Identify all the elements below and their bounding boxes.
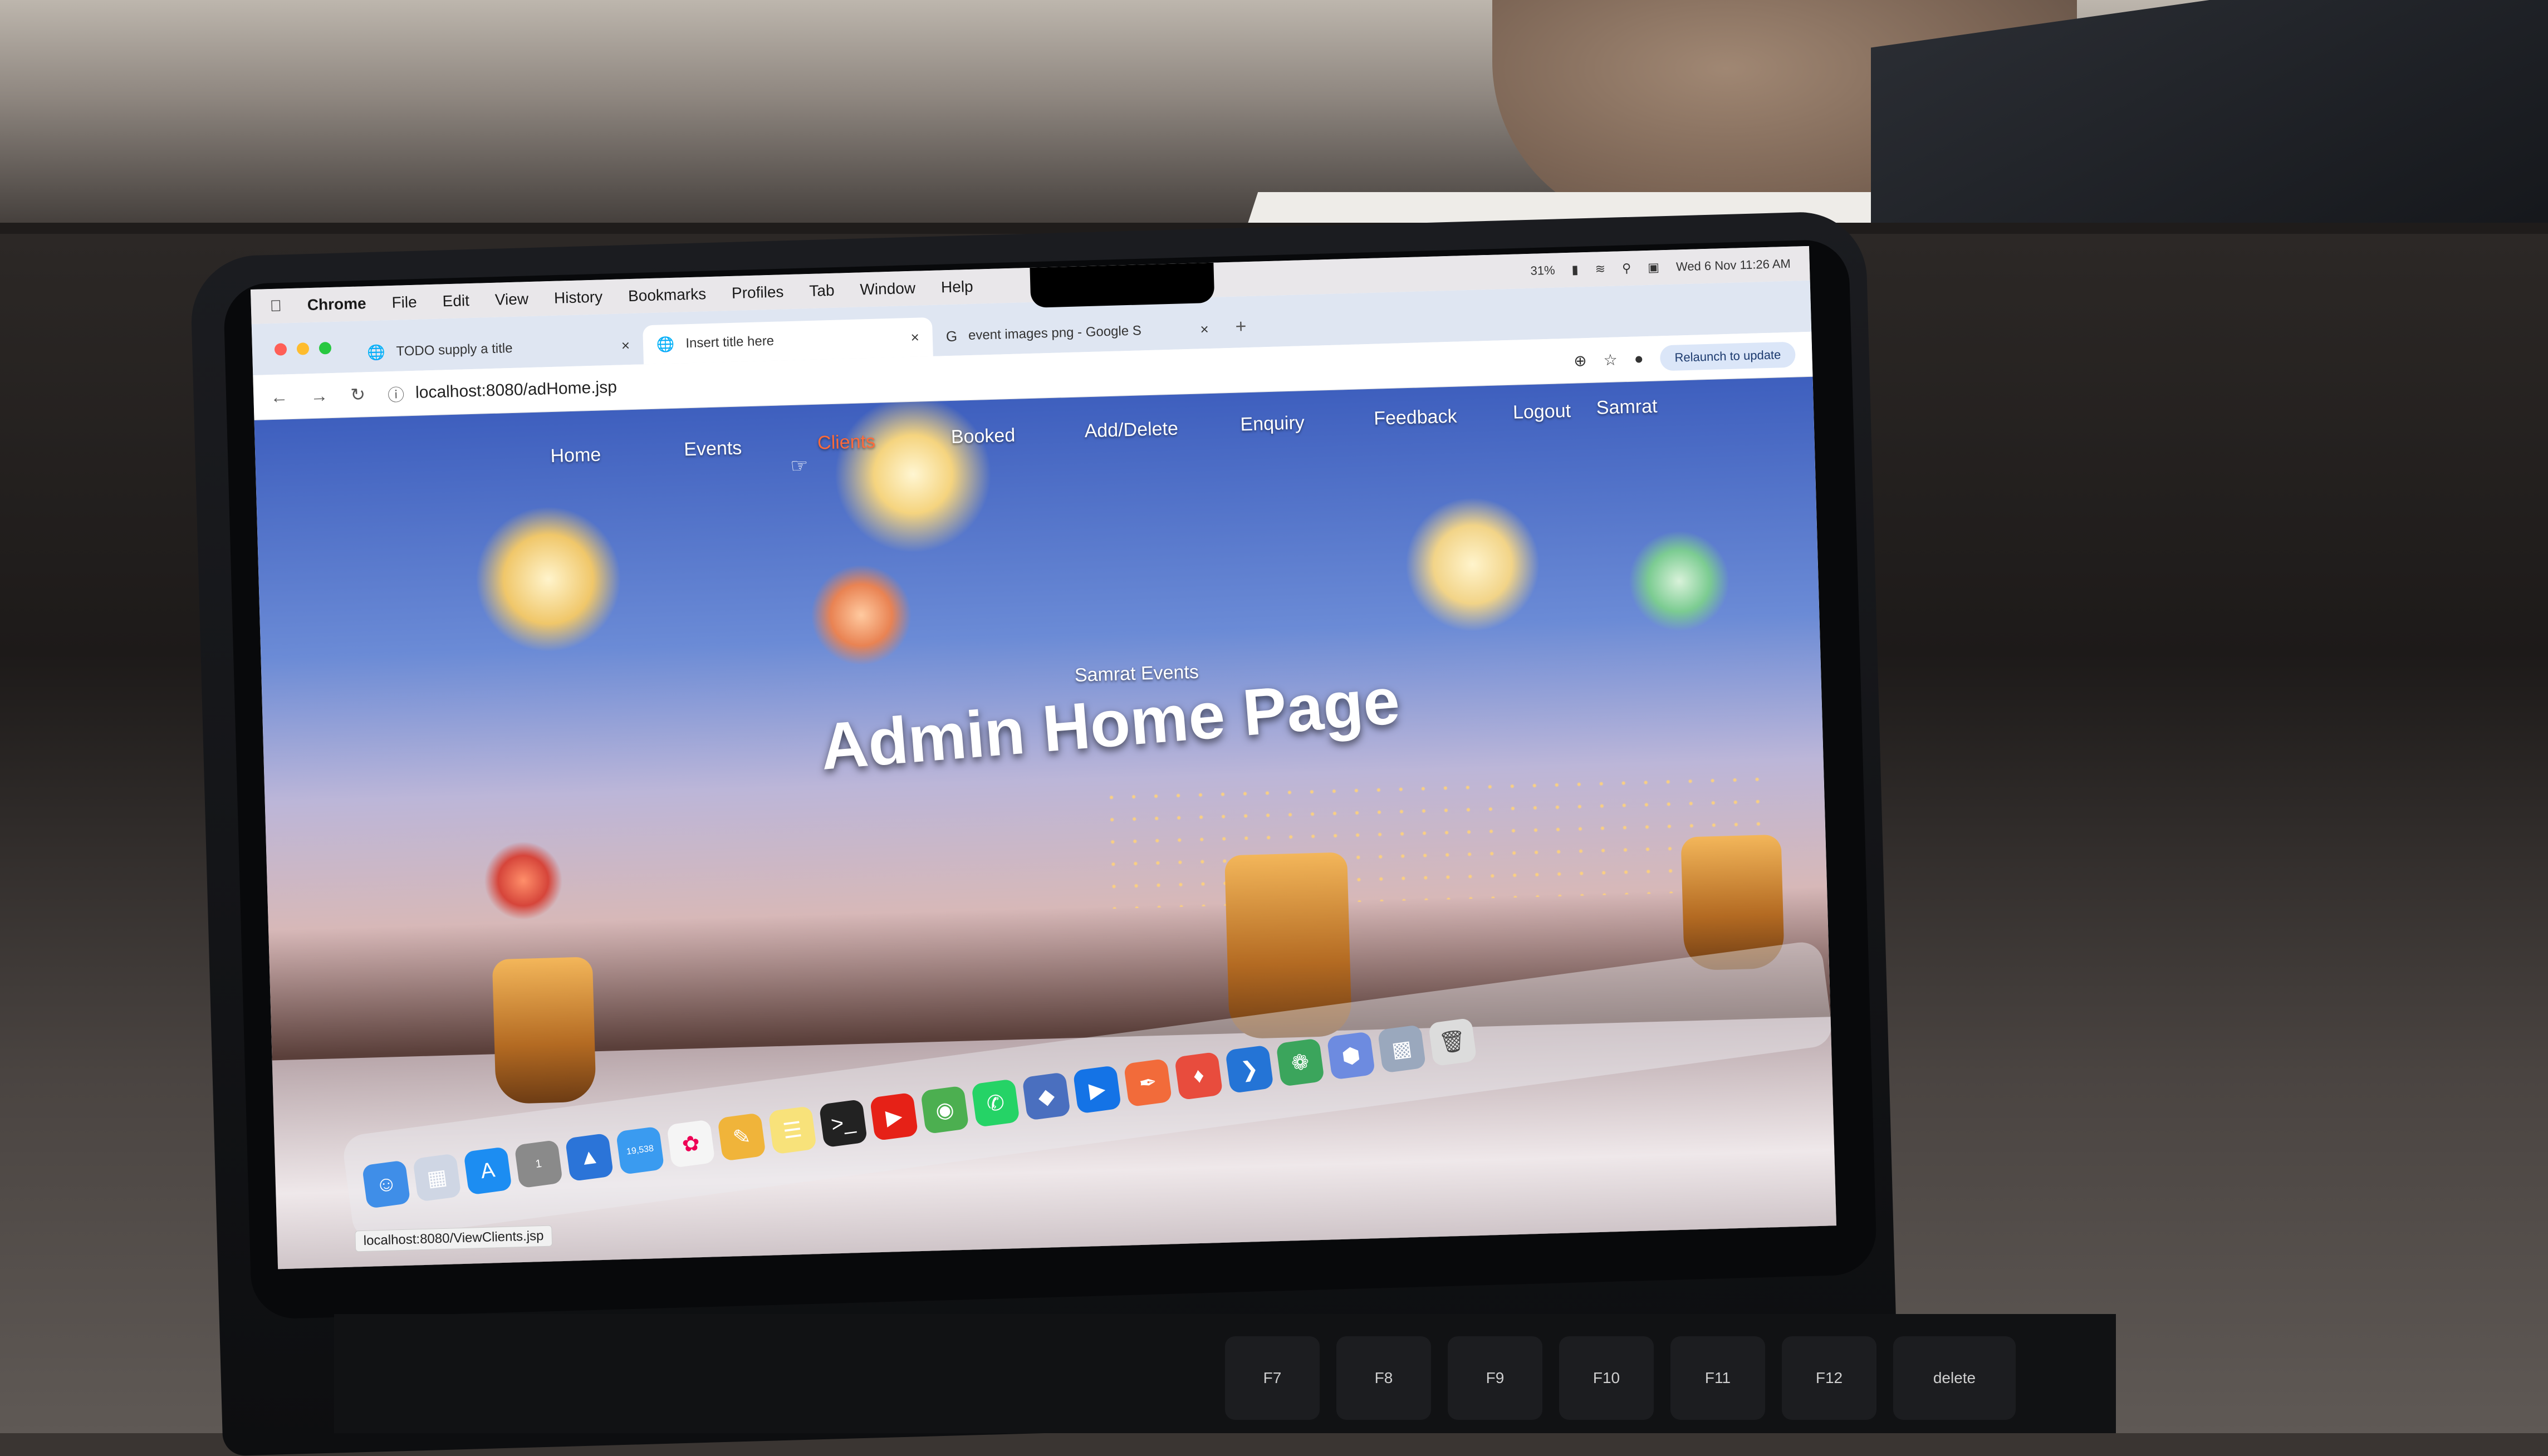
battery-icon[interactable]: ▮: [1571, 262, 1579, 277]
trash-icon[interactable]: 🗑: [1428, 1017, 1477, 1067]
window-controls: [274, 341, 332, 356]
bookmark-star-icon[interactable]: ☆: [1603, 350, 1618, 369]
toolbar-actions: ⊕ ☆ ● Relaunch to update: [1574, 341, 1796, 374]
menu-help[interactable]: Help: [941, 278, 973, 297]
window-thumbnail-icon[interactable]: ▩: [1377, 1024, 1427, 1073]
key-f11[interactable]: F11: [1670, 1336, 1765, 1420]
menu-edit[interactable]: Edit: [442, 292, 469, 310]
nav-clients[interactable]: Clients: [817, 431, 876, 454]
minimize-window-button[interactable]: [296, 342, 310, 355]
key-f7[interactable]: F7: [1225, 1336, 1320, 1420]
admin-home-page: Home Events Clients Booked Add/Delete En…: [254, 376, 1837, 1269]
photos-icon[interactable]: ✿: [666, 1119, 716, 1168]
menu-tab[interactable]: Tab: [809, 282, 835, 300]
leaf-app-icon[interactable]: ❁: [1276, 1038, 1325, 1087]
menu-file[interactable]: File: [391, 293, 417, 312]
key-f8[interactable]: F8: [1336, 1336, 1431, 1420]
finder-icon[interactable]: ☺: [361, 1160, 411, 1209]
chrome-icon[interactable]: ◉: [920, 1085, 969, 1135]
tab-title: event images png - Google S: [968, 323, 1142, 344]
mail-icon[interactable]: 19,538: [615, 1126, 665, 1175]
settings-badge: 1: [535, 1157, 543, 1170]
forward-icon[interactable]: →: [310, 385, 329, 406]
tab-title: Insert title here: [685, 333, 775, 351]
system-settings-icon[interactable]: 1: [514, 1139, 564, 1189]
tab-title: TODO supply a title: [396, 340, 513, 359]
close-tab-icon[interactable]: ×: [1200, 320, 1209, 337]
tab-insert-title[interactable]: 🌐 Insert title here ×: [643, 317, 933, 365]
new-tab-button[interactable]: +: [1235, 316, 1247, 338]
tab-todo[interactable]: 🌐 TODO supply a title ×: [353, 325, 644, 372]
menu-history[interactable]: History: [554, 288, 603, 307]
address-url[interactable]: localhost:8080/adHome.jsp: [415, 378, 618, 403]
app-store-icon[interactable]: A: [463, 1146, 512, 1195]
git-client-icon[interactable]: ♦: [1174, 1051, 1223, 1101]
site-info-icon[interactable]: ⓘ: [388, 381, 405, 406]
battery-percent: 31%: [1530, 263, 1555, 278]
terminal-icon[interactable]: >_: [819, 1099, 868, 1148]
reload-icon[interactable]: ↻: [350, 384, 366, 405]
menu-profiles[interactable]: Profiles: [732, 283, 784, 302]
search-icon[interactable]: ⚲: [1622, 261, 1631, 276]
globe-icon: 🌐: [656, 335, 675, 353]
app-icon[interactable]: ⬢: [1326, 1031, 1376, 1080]
nav-feedback[interactable]: Feedback: [1374, 406, 1457, 430]
candle-glass-image: [492, 957, 596, 1105]
camera-notch: [1030, 262, 1215, 308]
nav-logout[interactable]: Logout: [1513, 400, 1571, 424]
vscode-icon[interactable]: ❯: [1225, 1045, 1274, 1094]
profile-avatar[interactable]: ●: [1634, 350, 1644, 367]
menu-view[interactable]: View: [494, 290, 528, 309]
wifi-icon[interactable]: ≋: [1595, 262, 1605, 277]
key-f12[interactable]: F12: [1782, 1336, 1876, 1420]
control-center-icon[interactable]: ▣: [1648, 260, 1660, 275]
keynote-icon[interactable]: ▲: [565, 1133, 614, 1182]
address-bar[interactable]: ⓘ localhost:8080/adHome.jsp: [388, 375, 618, 406]
key-f9[interactable]: F9: [1448, 1336, 1542, 1420]
nav-home[interactable]: Home: [550, 444, 601, 468]
maximize-window-button[interactable]: [318, 341, 332, 355]
nav-booked[interactable]: Booked: [950, 425, 1015, 448]
close-tab-icon[interactable]: ×: [621, 337, 630, 354]
zoom-icon[interactable]: ⊕: [1574, 351, 1587, 370]
apple-icon[interactable]: : [270, 297, 282, 315]
nav-enquiry[interactable]: Enquiry: [1240, 412, 1305, 435]
menubar-clock[interactable]: Wed 6 Nov 11:26 AM: [1676, 257, 1791, 274]
launchpad-icon[interactable]: ▦: [413, 1153, 462, 1202]
menu-window[interactable]: Window: [860, 280, 915, 299]
nav-user-name[interactable]: Samrat: [1596, 396, 1658, 419]
mail-badge: 19,538: [626, 1144, 654, 1157]
menu-app-name[interactable]: Chrome: [307, 295, 366, 314]
back-icon[interactable]: ←: [270, 386, 288, 408]
menu-bookmarks[interactable]: Bookmarks: [628, 285, 707, 305]
youtube-icon[interactable]: ▶: [869, 1092, 919, 1141]
netbeans-icon[interactable]: ◆: [1022, 1072, 1071, 1121]
close-tab-icon[interactable]: ×: [910, 329, 919, 346]
pages-icon[interactable]: ✎: [717, 1112, 766, 1161]
close-window-button[interactable]: [274, 343, 287, 356]
key-f10[interactable]: F10: [1559, 1336, 1654, 1420]
google-icon: G: [945, 327, 958, 345]
whatsapp-icon[interactable]: ✆: [971, 1078, 1020, 1127]
laptop-screen:  Chrome File Edit View History Bookmark…: [251, 246, 1837, 1269]
notes-icon[interactable]: ☰: [768, 1105, 817, 1155]
nav-events[interactable]: Events: [684, 437, 742, 460]
tab-google-search[interactable]: G event images png - Google S ×: [932, 309, 1223, 356]
drawing-app-icon[interactable]: ✒: [1123, 1058, 1173, 1107]
globe-icon: 🌐: [366, 343, 386, 361]
key-delete[interactable]: delete: [1893, 1336, 2016, 1420]
nav-add-delete[interactable]: Add/Delete: [1084, 418, 1178, 443]
mouse-cursor-icon: ☞: [790, 454, 809, 478]
menubar-status: 31% ▮ ≋ ⚲ ▣ Wed 6 Nov 11:26 AM: [1530, 257, 1791, 278]
relaunch-button[interactable]: Relaunch to update: [1659, 341, 1796, 371]
media-player-icon[interactable]: ▶: [1072, 1065, 1122, 1114]
fairy-lights-image: [1100, 768, 1772, 909]
